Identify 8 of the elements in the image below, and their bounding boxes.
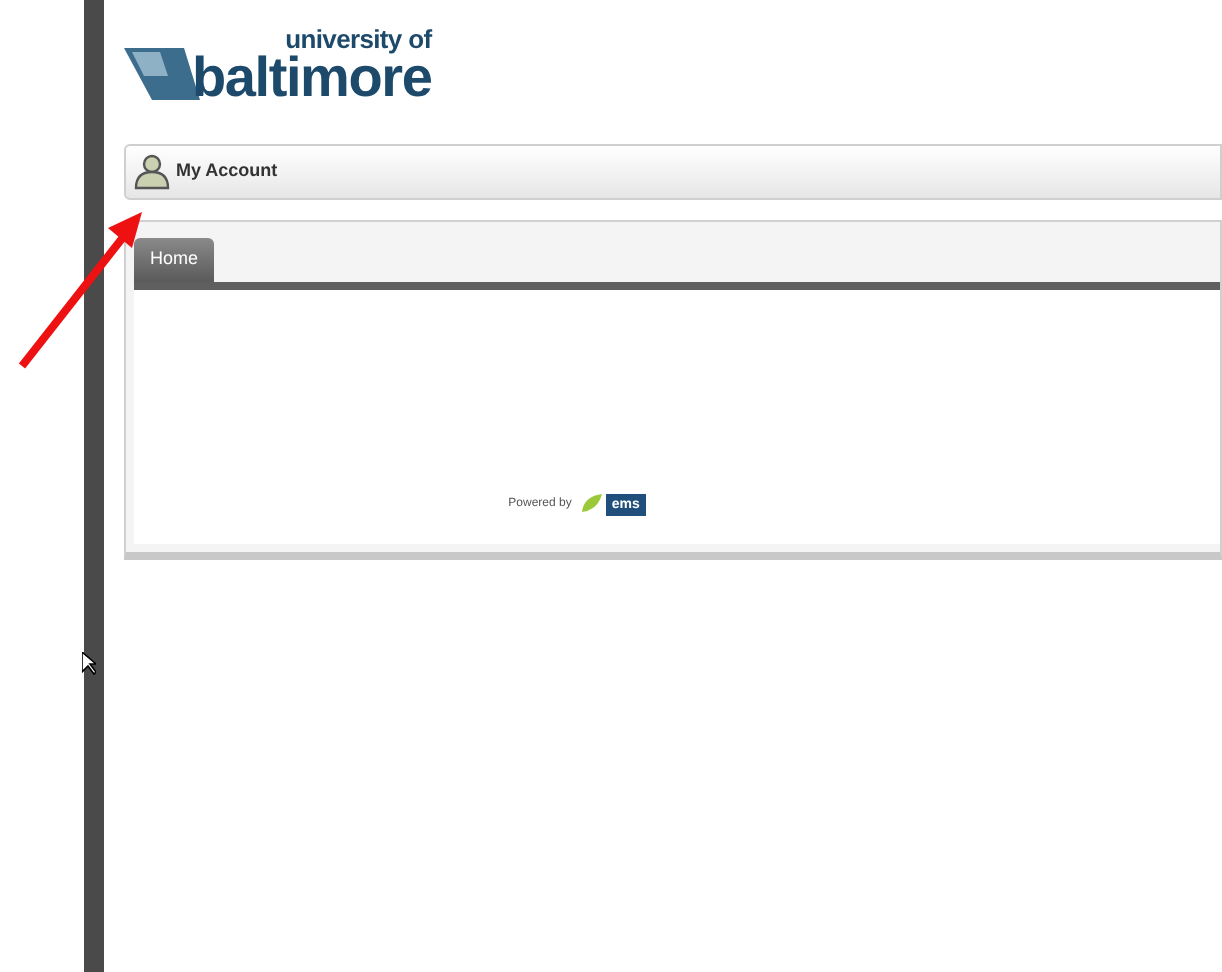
user-icon [134, 154, 170, 190]
arrow-icon [16, 208, 148, 372]
logo-small-text: university of [285, 26, 432, 52]
logo-text: baltimore [192, 52, 432, 104]
tab[interactable]: Home [134, 238, 215, 282]
mouse-cursor-icon [82, 652, 96, 676]
account-label[interactable]: My Account [176, 158, 278, 186]
leaf-icon [579, 492, 604, 516]
